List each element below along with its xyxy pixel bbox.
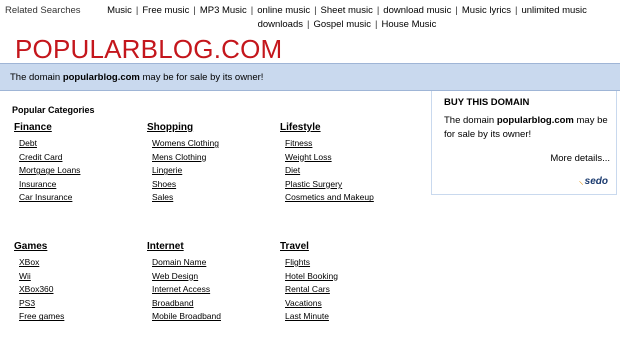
category-link[interactable]: Debt	[14, 138, 144, 152]
separator: |	[135, 5, 139, 16]
sale-prefix: The domain	[10, 72, 61, 83]
category-link[interactable]: Cosmetics and Makeup	[280, 192, 410, 206]
category-link[interactable]: Mortgage Loans	[14, 165, 144, 179]
related-link[interactable]: Sheet music	[321, 5, 373, 16]
category-link[interactable]: Shoes	[147, 179, 277, 193]
category-title[interactable]: Finance	[14, 122, 144, 138]
category-lifestyle: Lifestyle Fitness Weight Loss Diet Plast…	[280, 122, 410, 206]
popular-categories-heading: Popular Categories	[12, 105, 95, 115]
sedo-logo[interactable]: ⸜sedo	[579, 173, 608, 187]
category-link[interactable]: Last Minute	[280, 311, 410, 325]
category-link[interactable]: Vacations	[280, 298, 410, 312]
category-title[interactable]: Travel	[280, 241, 410, 257]
separator: |	[193, 5, 196, 16]
sedo-logo-text: sedo	[584, 176, 608, 187]
separator: |	[514, 5, 518, 16]
related-link[interactable]: Gospel music	[313, 19, 371, 30]
separator: |	[376, 5, 380, 16]
category-games: Games XBox Wii XBox360 PS3 Free games	[14, 241, 144, 325]
category-link[interactable]: Rental Cars	[280, 284, 410, 298]
related-link[interactable]: Music lyrics	[462, 5, 511, 16]
related-links-list: Music | Free music | MP3 Music | online music |…	[78, 4, 616, 31]
sale-domain: popularblog.com	[62, 72, 140, 83]
category-title[interactable]: Internet	[147, 241, 277, 257]
category-link[interactable]: Flights	[280, 257, 410, 271]
category-link[interactable]: Mens Clothing	[147, 152, 277, 166]
separator: |	[307, 18, 310, 30]
related-link[interactable]: MP3 Music	[200, 5, 247, 16]
buy-domain-text: The domain popularblog.com may be for sa…	[444, 114, 614, 142]
category-travel: Travel Flights Hotel Booking Rental Cars…	[280, 241, 410, 325]
related-searches-bar: Related Searches Music | Free music | MP3 Mu…	[0, 0, 620, 32]
separator: |	[250, 5, 254, 16]
category-link[interactable]: Internet Access	[147, 284, 277, 298]
related-link[interactable]: Music	[107, 5, 132, 16]
category-link[interactable]: Hotel Booking	[280, 271, 410, 285]
sedo-swirl-icon: ⸜	[578, 176, 584, 187]
category-title[interactable]: Shopping	[147, 122, 277, 138]
buy-prefix: The domain	[444, 115, 495, 126]
buy-domain-title: BUY THIS DOMAIN	[444, 97, 530, 108]
category-link[interactable]: PS3	[14, 298, 144, 312]
more-details-link[interactable]: More details...	[550, 153, 610, 164]
category-link[interactable]: Fitness	[280, 138, 410, 152]
separator: |	[314, 5, 317, 16]
category-title[interactable]: Lifestyle	[280, 122, 410, 138]
category-link[interactable]: Domain Name	[147, 257, 277, 271]
category-title[interactable]: Games	[14, 241, 144, 257]
category-internet: Internet Domain Name Web Design Internet…	[147, 241, 277, 325]
category-link[interactable]: Wii	[14, 271, 144, 285]
category-link[interactable]: Sales	[147, 192, 277, 206]
related-searches-label: Related Searches	[5, 5, 81, 16]
category-link[interactable]: Credit Card	[14, 152, 144, 166]
buy-domain-name: popularblog.com	[496, 115, 574, 126]
category-link[interactable]: Web Design	[147, 271, 277, 285]
related-link[interactable]: online music	[257, 5, 310, 16]
category-link[interactable]: Broadband	[147, 298, 277, 312]
category-link[interactable]: Diet	[280, 165, 410, 179]
category-link[interactable]: Car Insurance	[14, 192, 144, 206]
buy-domain-box: BUY THIS DOMAIN The domain popularblog.c…	[431, 91, 617, 195]
related-link[interactable]: House Music	[382, 19, 437, 30]
category-link[interactable]: XBox360	[14, 284, 144, 298]
category-shopping: Shopping Womens Clothing Mens Clothing L…	[147, 122, 277, 206]
category-link[interactable]: Mobile Broadband	[147, 311, 277, 325]
sale-notice-text: The domain popularblog.com may be for sa…	[10, 72, 263, 83]
category-link[interactable]: Free games	[14, 311, 144, 325]
separator: |	[455, 5, 458, 16]
related-link[interactable]: download music	[383, 5, 451, 16]
category-link[interactable]: Lingerie	[147, 165, 277, 179]
category-link[interactable]: Insurance	[14, 179, 144, 193]
related-link[interactable]: Free music	[142, 5, 189, 16]
sale-suffix: may be for sale by its owner!	[142, 72, 264, 83]
category-link[interactable]: Womens Clothing	[147, 138, 277, 152]
category-link[interactable]: Weight Loss	[280, 152, 410, 166]
category-link[interactable]: XBox	[14, 257, 144, 271]
category-finance: Finance Debt Credit Card Mortgage Loans …	[14, 122, 144, 206]
sale-notice-bar: The domain popularblog.com may be for sa…	[0, 63, 620, 91]
site-title[interactable]: POPULARBLOG.COM	[15, 34, 282, 65]
category-link[interactable]: Plastic Surgery	[280, 179, 410, 193]
separator: |	[375, 18, 378, 30]
